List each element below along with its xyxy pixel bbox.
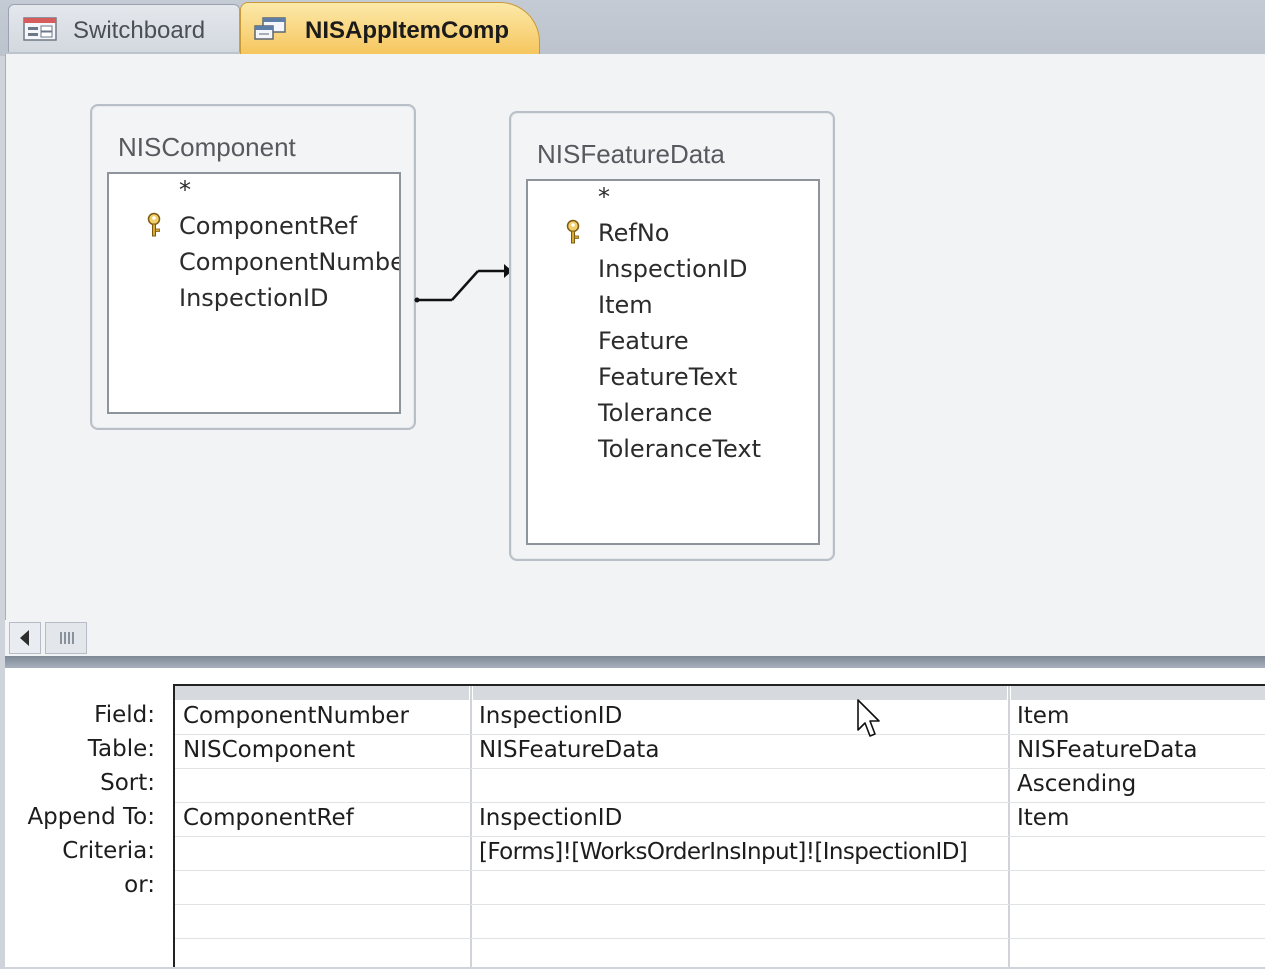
tab-nisappitemcomp[interactable]: NISAppItemComp <box>240 2 540 54</box>
form-icon <box>23 17 57 41</box>
arrow-left-icon <box>20 630 29 646</box>
primary-key-icon <box>147 212 161 237</box>
grid-cell-append-to[interactable]: Item <box>1017 805 1069 831</box>
field-featuretext[interactable]: FeatureText <box>598 363 737 391</box>
field-item[interactable]: Item <box>598 291 653 319</box>
primary-key-icon <box>566 219 580 244</box>
table-nisfeaturedata-title: NISFeatureData <box>537 139 725 169</box>
query-design-grid[interactable]: ComponentNumber NISComponent ComponentRe… <box>173 684 1265 969</box>
grid-cell-append-to[interactable]: InspectionID <box>479 805 622 831</box>
tab-switchboard[interactable]: Switchboard <box>8 4 240 52</box>
row-label-criteria: Criteria: <box>62 838 155 864</box>
row-divider <box>175 802 1265 803</box>
row-divider <box>175 734 1265 735</box>
row-label-append-to: Append To: <box>27 804 155 830</box>
table-niscomponent-title: NISComponent <box>118 132 296 162</box>
field-tolerancetext[interactable]: ToleranceText <box>598 435 761 463</box>
design-pane-scrollbar[interactable] <box>5 620 1265 656</box>
grid-cell-table[interactable]: NISComponent <box>183 737 355 763</box>
scroll-left-button[interactable] <box>9 622 41 654</box>
row-divider <box>175 870 1265 871</box>
column-selector-1[interactable] <box>175 686 469 700</box>
field-componentnumber[interactable]: ComponentNumbe <box>179 248 399 276</box>
field-inspectionid[interactable]: InspectionID <box>179 284 329 312</box>
query-design-pane: NISComponent * ComponentRef ComponentNum… <box>5 54 1265 620</box>
tab-nisappitemcomp-label: NISAppItemComp <box>305 17 509 44</box>
query-grid-pane: Field: Table: Sort: Append To: Criteria:… <box>5 668 1265 969</box>
column-divider[interactable] <box>470 686 472 969</box>
row-divider <box>175 768 1265 769</box>
table-nisfeaturedata-field-list[interactable]: * RefNo InspectionID Item Feature Featur… <box>526 179 820 545</box>
row-divider <box>175 904 1265 905</box>
field-all[interactable]: * <box>598 183 610 211</box>
grid-cell-field[interactable]: Item <box>1017 703 1069 729</box>
row-divider <box>175 938 1265 939</box>
field-all[interactable]: * <box>179 176 191 204</box>
field-inspectionid[interactable]: InspectionID <box>598 255 748 283</box>
field-tolerance[interactable]: Tolerance <box>598 399 712 427</box>
mouse-pointer-icon <box>857 699 880 737</box>
tab-switchboard-label: Switchboard <box>73 17 206 44</box>
pane-splitter[interactable] <box>5 656 1265 668</box>
table-nisfeaturedata[interactable]: NISFeatureData * RefNo InspectionID Item… <box>509 111 835 561</box>
table-niscomponent[interactable]: NISComponent * ComponentRef ComponentNum… <box>90 104 416 430</box>
row-label-sort: Sort: <box>100 770 155 796</box>
grid-cell-table[interactable]: NISFeatureData <box>1017 737 1197 763</box>
column-divider[interactable] <box>1008 686 1010 969</box>
grid-cell-criteria[interactable]: [Forms]![WorksOrderInsInput]![Inspection… <box>479 839 968 865</box>
table-niscomponent-field-list[interactable]: * ComponentRef ComponentNumbe Inspection… <box>107 172 401 414</box>
field-refno[interactable]: RefNo <box>598 219 669 247</box>
row-label-table: Table: <box>87 736 155 762</box>
grid-cell-table[interactable]: NISFeatureData <box>479 737 659 763</box>
grid-cell-append-to[interactable]: ComponentRef <box>183 805 354 831</box>
query-icon <box>254 17 286 40</box>
column-selector-3[interactable] <box>1011 686 1265 700</box>
grid-cell-field[interactable]: InspectionID <box>479 703 622 729</box>
row-label-field: Field: <box>94 702 155 728</box>
field-componentref[interactable]: ComponentRef <box>179 212 357 240</box>
row-label-or: or: <box>124 872 155 898</box>
field-feature[interactable]: Feature <box>598 327 689 355</box>
grip-icon <box>60 632 74 644</box>
document-tab-strip: Switchboard NISAppItemComp <box>0 0 1265 56</box>
grid-cell-sort[interactable]: Ascending <box>1017 771 1136 797</box>
column-selector-2[interactable] <box>473 686 1007 700</box>
join-line[interactable] <box>414 254 514 314</box>
row-divider <box>175 836 1265 837</box>
scroll-thumb[interactable] <box>45 622 87 654</box>
grid-cell-field[interactable]: ComponentNumber <box>183 703 409 729</box>
